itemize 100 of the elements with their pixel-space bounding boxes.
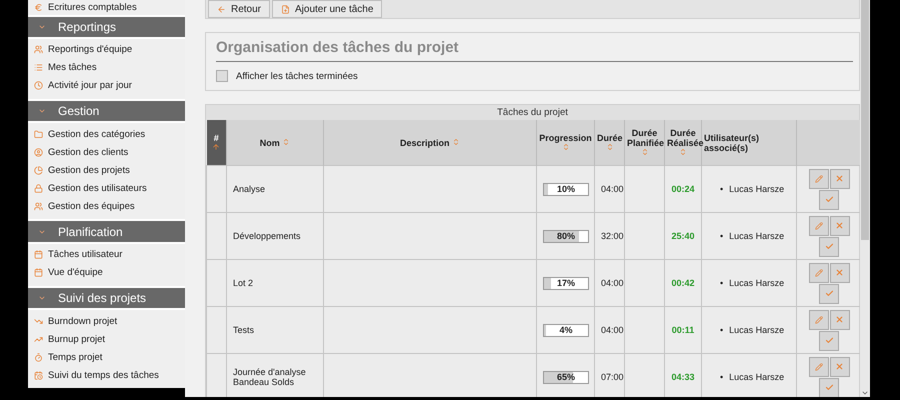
sort-icon[interactable] — [452, 138, 460, 146]
check-icon — [824, 289, 834, 298]
table-cell: 04:00 — [594, 166, 624, 212]
edit-button[interactable] — [808, 356, 828, 376]
user-name: Lucas Harsze — [729, 230, 784, 242]
user-name: Lucas Harsze — [729, 324, 784, 336]
table-cell: 00:11 — [664, 306, 702, 354]
close-icon — [835, 362, 844, 371]
validate-button[interactable] — [819, 378, 839, 397]
user-icon — [34, 148, 43, 157]
checkbox[interactable] — [216, 70, 228, 82]
edit-button[interactable] — [808, 216, 828, 236]
bullet: • — [720, 277, 724, 289]
edit-button[interactable] — [808, 310, 828, 330]
progress-text: 10% — [556, 184, 576, 194]
sort-icon[interactable] — [282, 138, 290, 146]
user-name: Lucas Harsze — [729, 183, 784, 195]
pencil-icon — [814, 174, 822, 182]
clock-icon — [34, 81, 43, 90]
table-cell: Tests — [226, 306, 324, 354]
user-name: Lucas Harsze — [729, 277, 784, 289]
calendar-icon — [34, 250, 43, 260]
sidebar-section-header[interactable]: Planification — [28, 221, 185, 242]
sort-icon[interactable] — [562, 142, 570, 150]
validate-button[interactable] — [819, 236, 839, 256]
calendar-icon — [34, 268, 43, 278]
checkbox-label: Afficher les tâches terminées — [236, 70, 358, 82]
delete-button[interactable] — [830, 310, 850, 330]
table-cell: Lot 2 — [226, 260, 324, 306]
pencil-icon — [814, 222, 822, 230]
column-header[interactable]: # — [206, 120, 226, 166]
edit-button[interactable] — [808, 168, 828, 188]
sidebar-section-header[interactable]: Suivi des projets — [28, 288, 185, 308]
sidebar-item[interactable]: Ecritures comptables — [28, 0, 185, 15]
column-header[interactable]: Durée Planifiée — [624, 120, 664, 166]
bullet: • — [720, 371, 724, 383]
table-cell: 04:00 — [594, 260, 624, 306]
column-header: Utilisateur(s) associé(s) — [702, 120, 796, 166]
table-cell: 32:00 — [594, 212, 624, 260]
table-cell: 00:24 — [664, 166, 702, 212]
delete-button[interactable] — [830, 168, 850, 188]
check-icon — [824, 383, 834, 392]
bullet: • — [720, 324, 724, 336]
lock-icon — [34, 184, 43, 193]
table-cell: Développements — [226, 212, 324, 260]
user-name: Lucas Harsze — [729, 371, 784, 383]
sort-icon[interactable] — [640, 148, 648, 156]
table-cell: 25:40 — [664, 212, 702, 260]
users-icon — [34, 202, 43, 211]
progress-text: 65% — [556, 372, 576, 382]
column-header[interactable]: Progression — [536, 120, 594, 166]
validate-button[interactable] — [819, 284, 839, 304]
pencil-icon — [814, 362, 822, 370]
panel-title: Organisation des tâches du projet — [216, 39, 853, 62]
check-icon — [824, 336, 834, 345]
check-icon — [824, 195, 834, 204]
file-icon — [281, 4, 290, 14]
back-button[interactable]: Retour — [208, 0, 270, 18]
list-icon — [34, 63, 43, 72]
progress-text: 80% — [556, 230, 576, 242]
scroll-down-icon[interactable] — [861, 389, 869, 397]
validate-button[interactable] — [819, 190, 839, 210]
delete-button[interactable] — [830, 356, 850, 376]
column-header[interactable]: Durée — [594, 120, 624, 166]
sort-icon[interactable] — [606, 142, 614, 150]
trend-up-icon — [34, 334, 43, 344]
delete-button[interactable] — [830, 262, 850, 282]
trend-down-icon — [34, 316, 43, 326]
chart-icon — [34, 166, 43, 175]
column-header[interactable]: Durée Réalisée — [664, 120, 702, 166]
delete-button[interactable] — [830, 216, 850, 236]
validate-button[interactable] — [819, 330, 839, 350]
calendar-icon — [34, 370, 43, 380]
table-cell: 00:42 — [664, 260, 702, 306]
folder-icon — [34, 130, 43, 139]
users-icon — [34, 45, 43, 54]
column-header[interactable]: Description — [324, 120, 536, 166]
table-cell: Analyse — [226, 166, 324, 212]
euro-icon — [34, 2, 43, 12]
close-icon — [835, 315, 844, 324]
bullet: • — [720, 230, 724, 242]
timer-icon — [34, 352, 43, 362]
arrow-left-icon — [217, 4, 226, 14]
table-caption: Tâches du projet — [206, 105, 859, 120]
column-header[interactable]: Nom — [226, 120, 324, 166]
progress-text: 4% — [558, 324, 574, 336]
close-icon — [835, 174, 844, 183]
close-icon — [835, 221, 844, 230]
bullet: • — [720, 183, 724, 195]
sort-icon[interactable] — [679, 148, 687, 156]
sidebar-section-header[interactable]: Reportings — [28, 16, 185, 37]
table-cell: 04:00 — [594, 306, 624, 354]
sidebar-section-header[interactable]: Gestion — [28, 100, 185, 122]
sort-icon[interactable] — [212, 142, 220, 150]
pencil-icon — [814, 268, 822, 276]
edit-button[interactable] — [808, 262, 828, 282]
pencil-icon — [814, 316, 822, 324]
progress-text: 17% — [556, 278, 576, 288]
close-icon — [835, 268, 844, 277]
add-task-button[interactable]: Ajouter une tâche — [272, 0, 382, 18]
